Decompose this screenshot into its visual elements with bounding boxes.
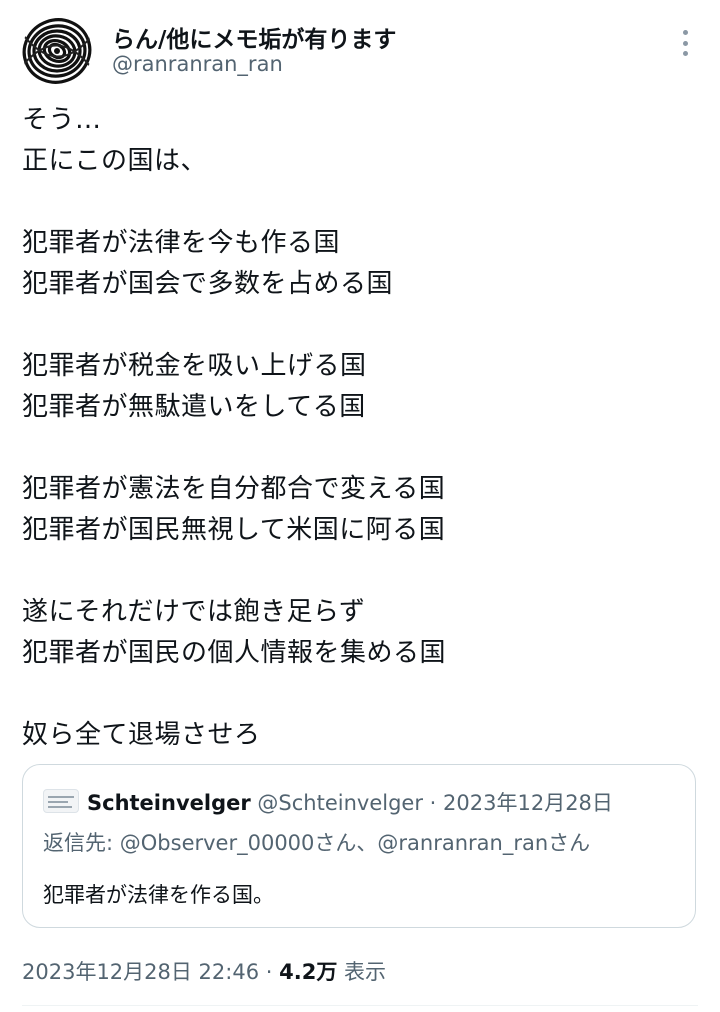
tweet-line: 犯罪者が税金を吸い上げる国 [22, 351, 367, 381]
tweet-line: 犯罪者が国民無視して米国に阿る国 [22, 515, 446, 545]
avatar[interactable] [22, 16, 92, 86]
quote-separator: · [429, 791, 437, 815]
tweet-line: 犯罪者が無駄遣いをしてる国 [22, 392, 366, 422]
display-name[interactable]: らん/他にメモ垢が有ります [112, 20, 396, 54]
tweet-header: らん/他にメモ垢が有ります @ranranran_ran [0, 0, 720, 90]
quote-header: Schteinvelger @Schteinvelger · 2023年12月2… [87, 787, 613, 817]
tweet-line: 遂にそれだけでは飽き足らず [22, 597, 366, 627]
reply-prefix: 返信先: [43, 831, 120, 855]
divider [22, 1005, 698, 1006]
reply-mention-observer[interactable]: @Observer_00000さん [120, 831, 357, 855]
tweet-text: そう… 正にこの国は、 犯罪者が法律を今も作る国 犯罪者が国会で多数を占める国 … [22, 100, 702, 756]
quote-date[interactable]: 2023年12月28日 [443, 791, 613, 815]
tweet-line: 犯罪者が国会で多数を占める国 [22, 269, 394, 299]
quote-avatar[interactable] [43, 789, 79, 813]
quote-author-handle[interactable]: @Schteinvelger [257, 791, 423, 815]
quote-text: 犯罪者が法律を作る国。 [43, 883, 274, 907]
quoted-tweet-card[interactable]: Schteinvelger @Schteinvelger · 2023年12月2… [22, 764, 696, 928]
tweet-line: そう… [22, 105, 102, 135]
views-label: 表示 [344, 960, 387, 984]
tweet-line: 奴ら全て退場させろ [22, 720, 261, 750]
user-handle[interactable]: @ranranran_ran [112, 52, 283, 76]
more-vertical-icon[interactable] [670, 30, 700, 56]
quote-author-name[interactable]: Schteinvelger [87, 791, 251, 815]
tweet-line: 犯罪者が法律を今も作る国 [22, 228, 341, 258]
tweet-line: 犯罪者が憲法を自分都合で変える国 [22, 474, 446, 504]
tweet-meta: 2023年12月28日 22:46 · 4.2万 表示 [22, 956, 386, 986]
tweet-timestamp[interactable]: 2023年12月28日 22:46 [22, 960, 259, 984]
meta-separator: · [265, 960, 273, 984]
tweet-line: 正にこの国は、 [22, 146, 207, 176]
tweet-line: 犯罪者が国民の個人情報を集める国 [22, 638, 447, 668]
reply-joiner: 、 [356, 831, 378, 855]
spiral-avatar-icon [22, 16, 92, 86]
reply-mention-ranranran[interactable]: @ranranran_ranさん [377, 831, 590, 855]
reply-to-line: 返信先: @Observer_00000さん、@ranranran_ranさん [43, 827, 590, 857]
views-count: 4.2万 [279, 960, 338, 984]
